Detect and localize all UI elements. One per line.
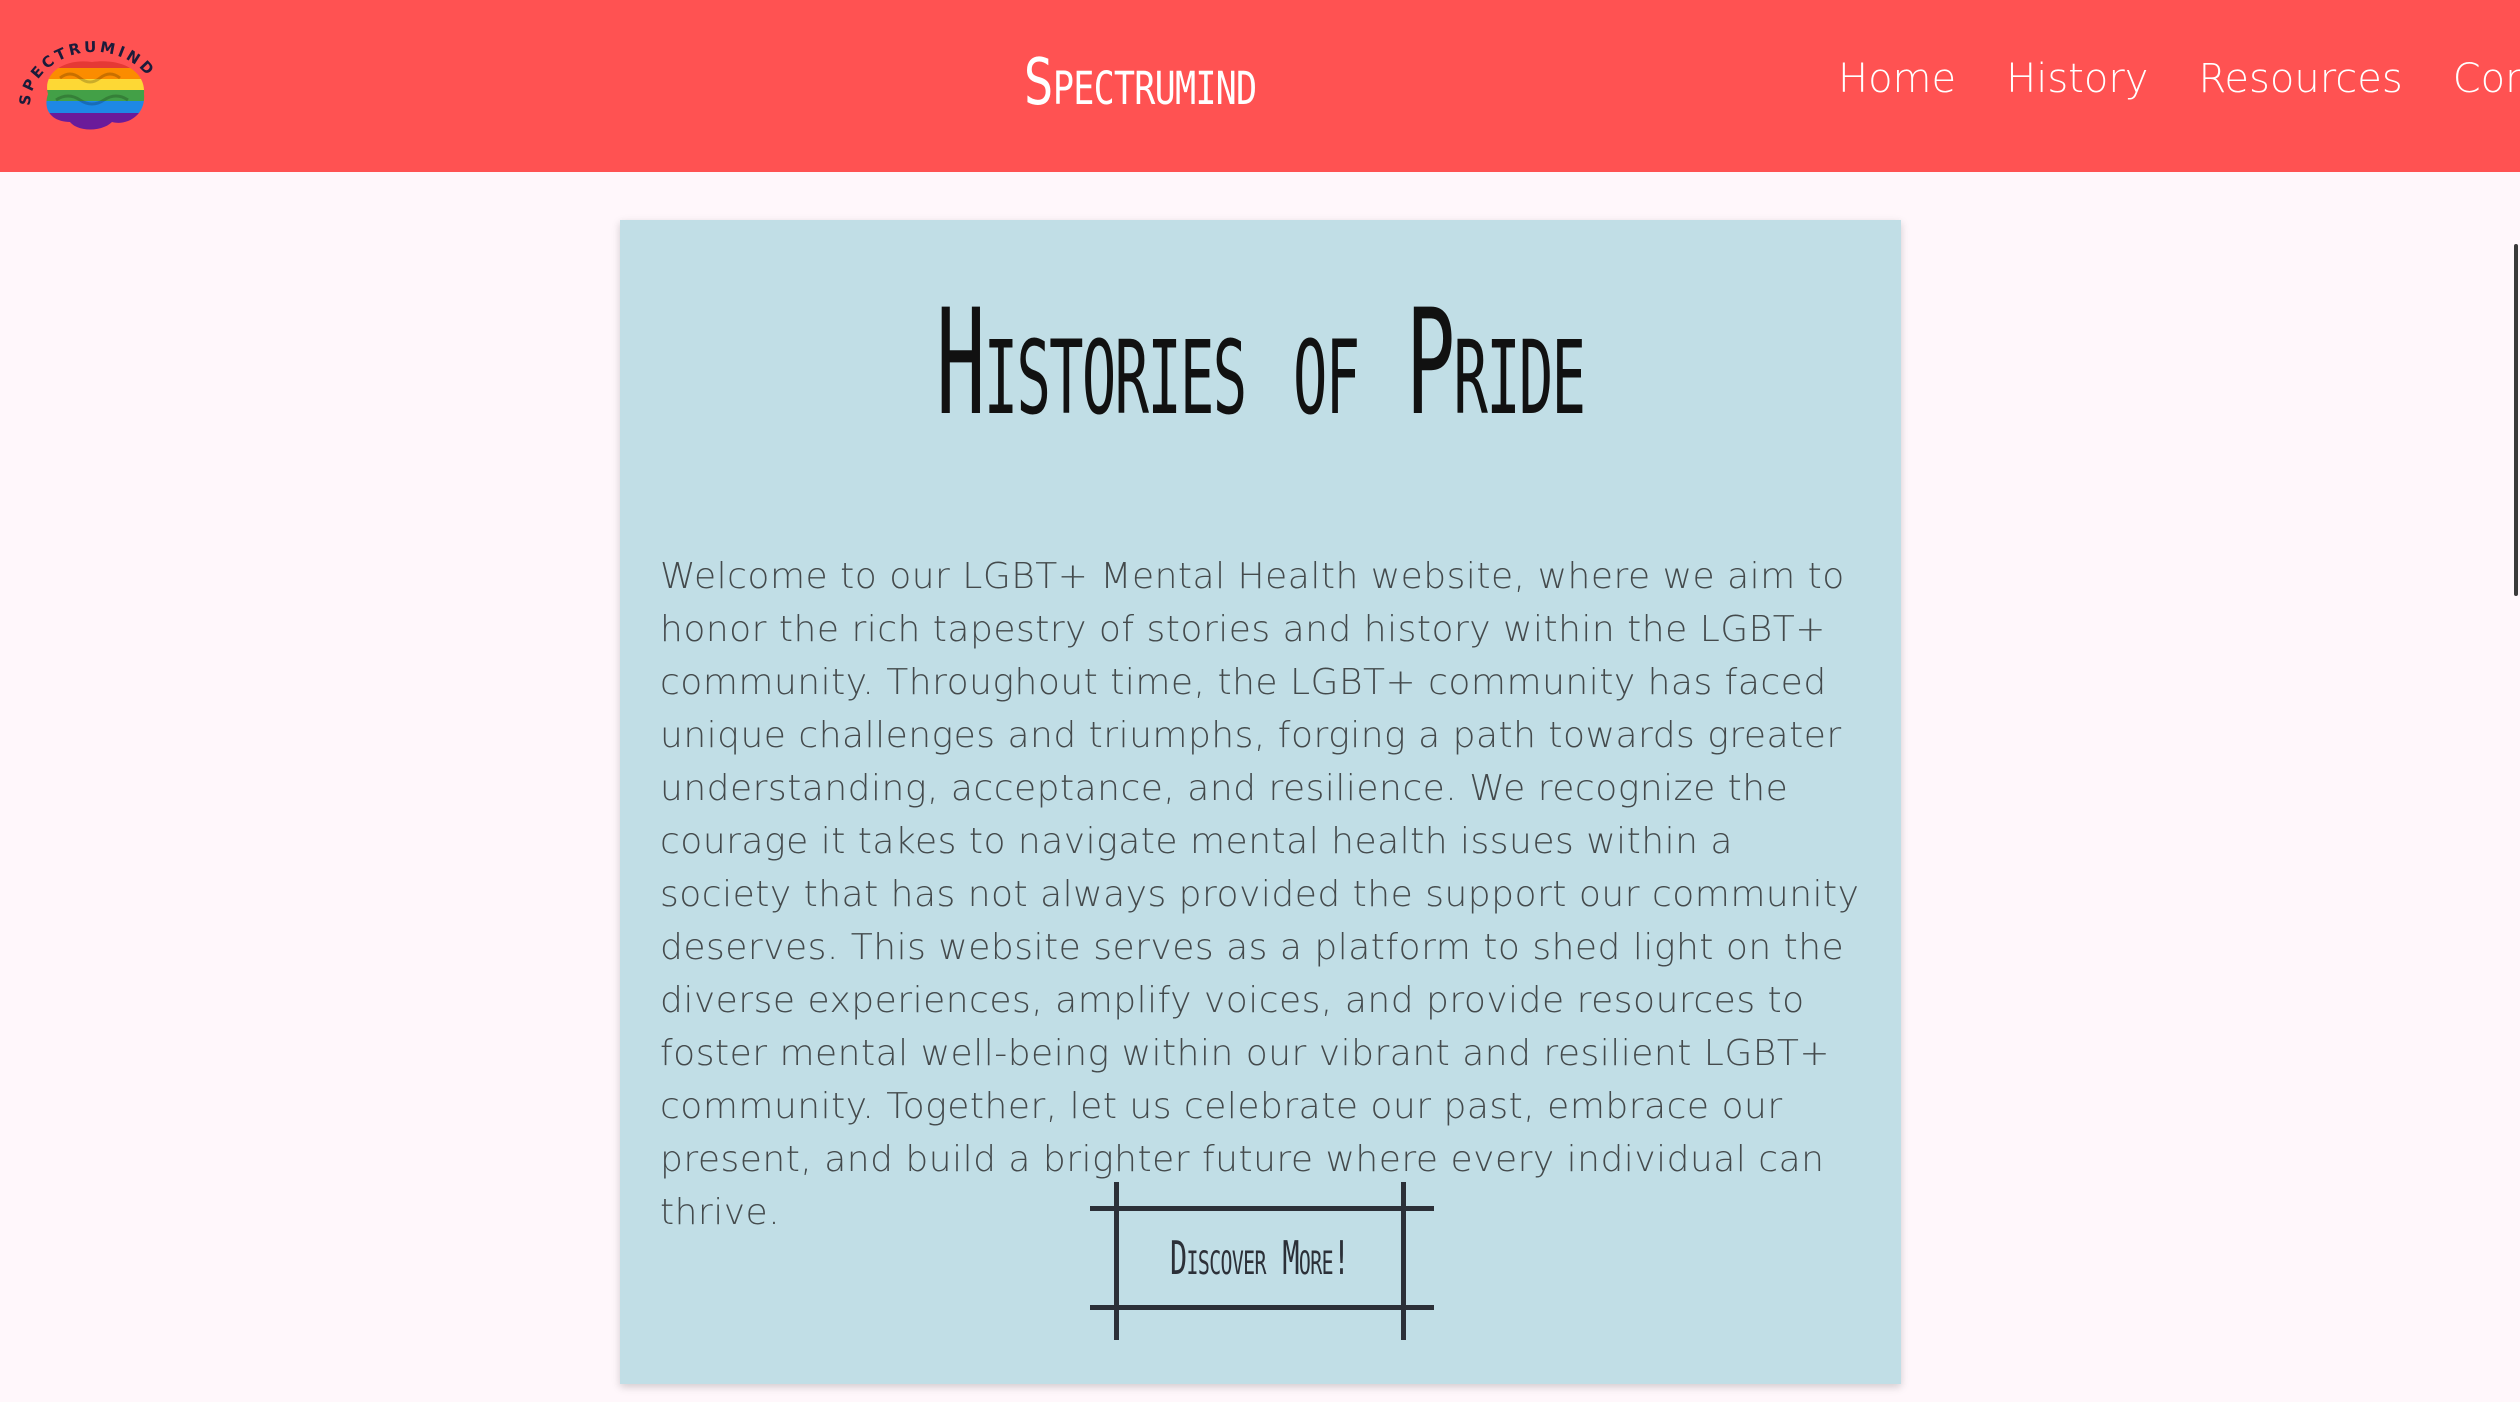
rainbow-brain-icon[interactable]: SPECTRUMIND (16, 28, 172, 140)
nav-home[interactable]: Home (1838, 56, 1956, 102)
site-header: SPECTRUMIND Spectrumind Home History Res… (0, 0, 2520, 172)
main-nav: Home History Resources Contact (1838, 56, 2520, 102)
nav-history[interactable]: History (2006, 56, 2148, 102)
discover-more-label: Discover More! (1170, 1231, 1350, 1285)
discover-more-button[interactable]: Discover More! (1090, 1182, 1434, 1340)
page-scrollbar[interactable] (2514, 244, 2518, 596)
nav-resources[interactable]: Resources (2198, 56, 2402, 102)
intro-paragraph: Welcome to our LGBT+ Mental Health websi… (660, 556, 1860, 1233)
page-title: Histories of Pride (936, 278, 1586, 448)
intro-card: Histories of Pride Welcome to our LGBT+ … (620, 220, 1901, 1384)
nav-contact[interactable]: Contact (2453, 56, 2520, 102)
site-title[interactable]: Spectrumind (251, 46, 2029, 120)
